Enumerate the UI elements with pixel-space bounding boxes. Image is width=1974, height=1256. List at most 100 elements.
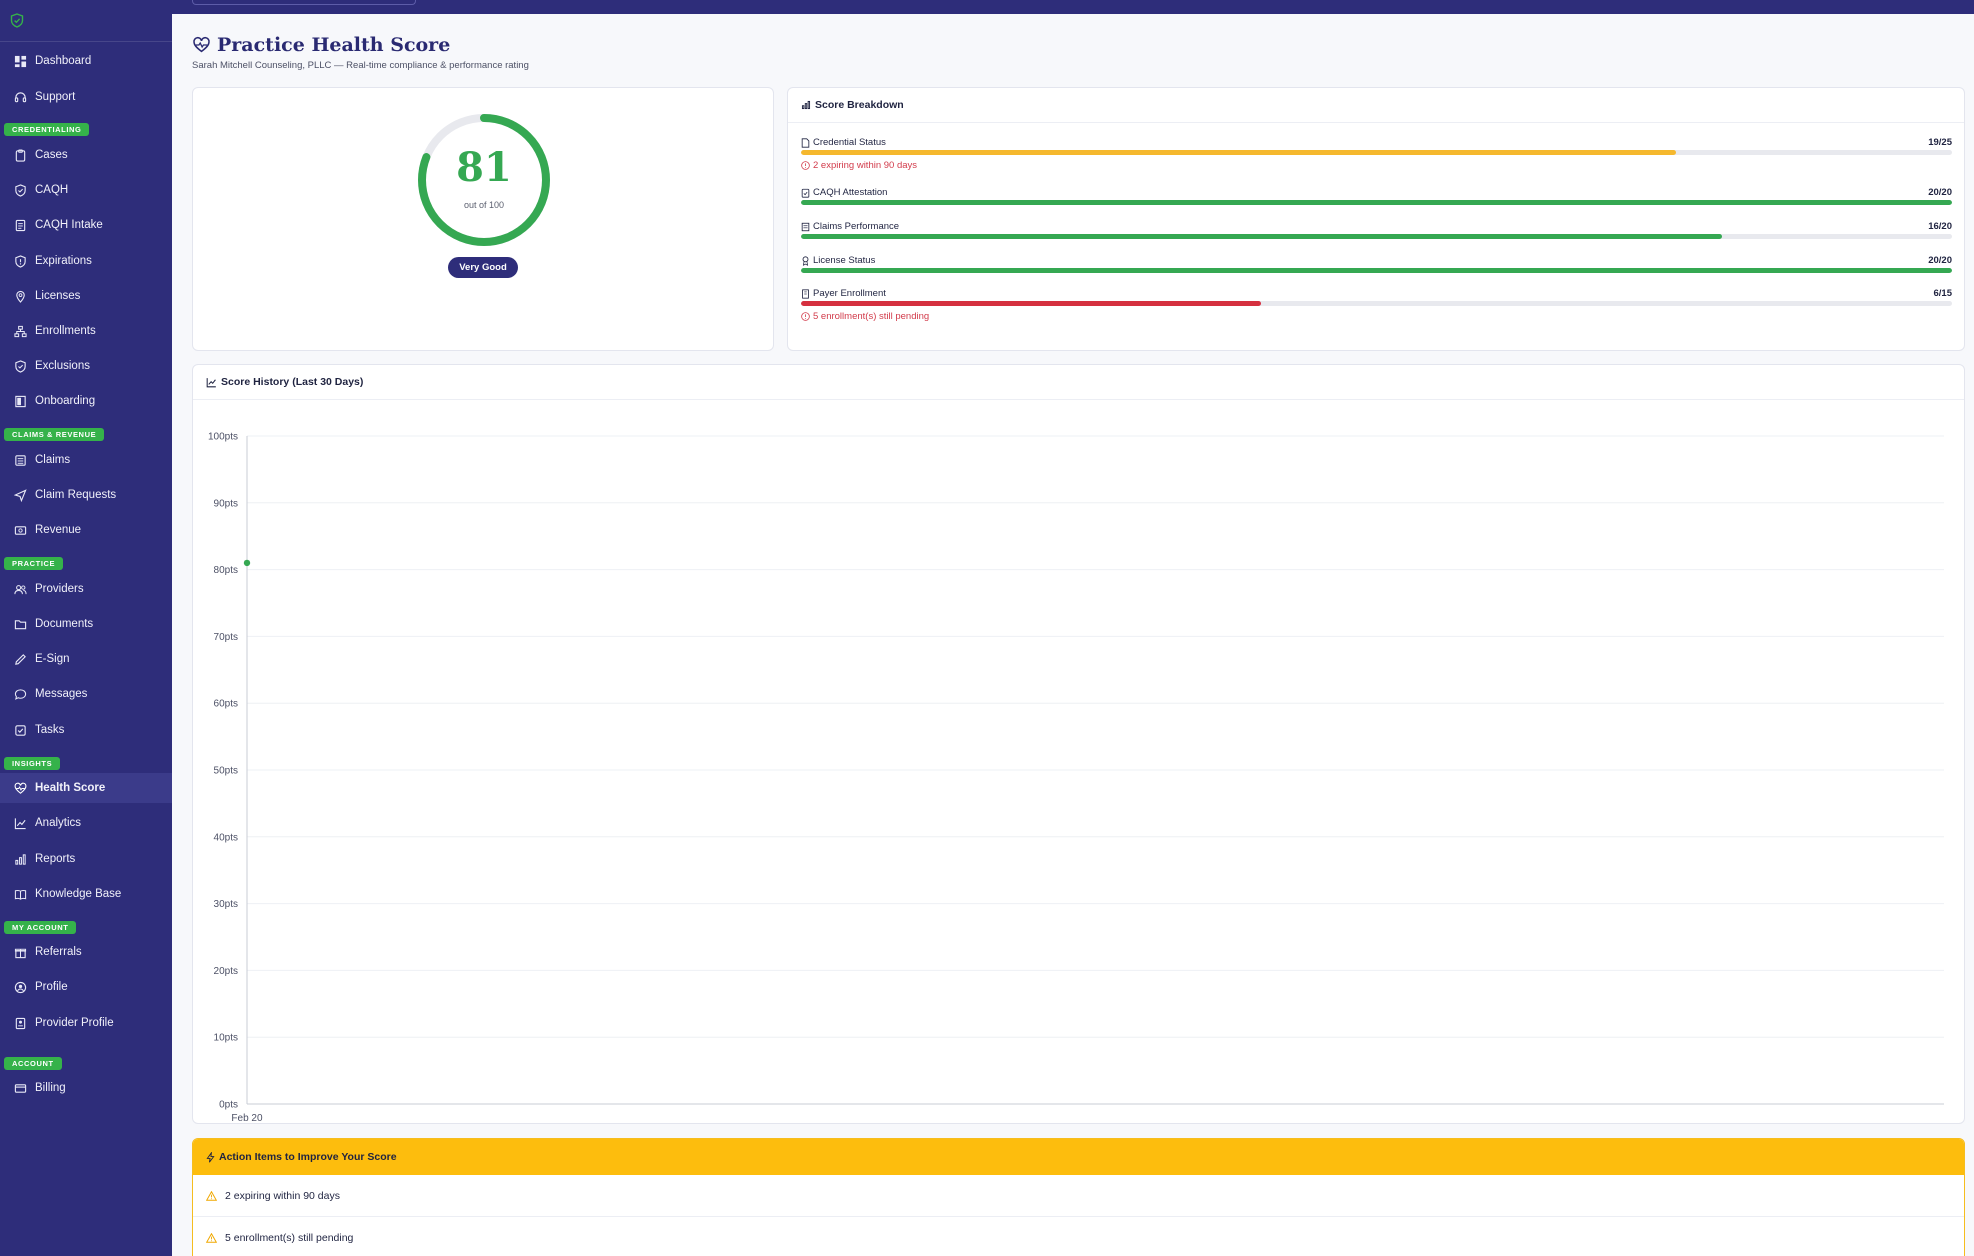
sidebar-item-billing[interactable]: Billing (0, 1073, 172, 1103)
action-items-header: Action Items to Improve Your Score (193, 1139, 1964, 1175)
sidebar-item-reports[interactable]: Reports (0, 844, 172, 874)
sidebar-item-support[interactable]: Support (0, 82, 172, 112)
y-tick-label: 60pts (214, 699, 238, 710)
main-content: Practice Health Score Sarah Mitchell Cou… (172, 14, 1974, 1256)
breakdown-track (801, 301, 1952, 306)
breakdown-fill (801, 301, 1262, 306)
top-bar-tab[interactable] (192, 0, 416, 5)
heart-pulse-icon (13, 781, 27, 795)
sidebar-item-knowledge-base[interactable]: Knowledge Base (0, 879, 172, 909)
sidebar-item-label: Providers (35, 583, 84, 595)
breakdown-warning: 2 expiring within 90 days (801, 160, 917, 171)
award-icon (802, 255, 809, 266)
y-tick-label: 20pts (214, 966, 238, 977)
breakdown-label-text: Credential Status (813, 137, 886, 148)
shield-check-icon[interactable] (10, 13, 24, 28)
clipboard-icon (13, 148, 27, 162)
breakdown-label: License Status (801, 255, 875, 266)
sidebar-item-licenses[interactable]: Licenses (0, 281, 172, 311)
sidebar-item-messages[interactable]: Messages (0, 679, 172, 709)
score-history-card: Score History (Last 30 Days) 0pts 10pts 20… (192, 364, 1965, 1124)
data-point (243, 559, 251, 567)
line-chart-icon (206, 377, 216, 387)
heart-pulse-icon (193, 36, 210, 53)
score-history-chart: 0pts 10pts 20pts 30pts 40pts 50pts 60pts 70pts 8… (208, 432, 1944, 1123)
section-my-account: MY ACCOUNT (4, 921, 77, 934)
sidebar-item-tasks[interactable]: Tasks (0, 715, 172, 745)
sidebar-item-label: CAQH Intake (35, 219, 103, 231)
score-value: 81 (456, 144, 512, 191)
sidebar-item-label: Reports (35, 853, 76, 865)
sidebar-item-label: Knowledge Base (35, 888, 122, 900)
y-tick-label: 0pts (219, 1100, 238, 1111)
dollar-icon (13, 523, 27, 537)
send-icon (13, 488, 27, 502)
sidebar-item-analytics[interactable]: Analytics (0, 808, 172, 838)
sidebar-item-dashboard[interactable]: Dashboard (0, 46, 172, 76)
org-chart-icon (13, 324, 27, 338)
score-card: 81 out of 100 Very Good (192, 87, 774, 351)
form-icon (13, 218, 27, 232)
score-rating-badge: Very Good (448, 257, 518, 278)
score-history-title: Score History (Last 30 Days) (221, 376, 364, 388)
breakdown-label-text: Claims Performance (813, 221, 900, 232)
sidebar-item-profile[interactable]: Profile (0, 972, 172, 1002)
sidebar-item-label: Profile (35, 981, 68, 993)
section-claims-revenue: CLAIMS & REVENUE (4, 428, 105, 441)
folder-icon (13, 617, 27, 631)
breakdown-label-text: CAQH Attestation (813, 187, 888, 198)
sidebar-item-label: Referrals (35, 946, 82, 958)
sidebar-item-referrals[interactable]: Referrals (0, 937, 172, 967)
sidebar-item-label: Licenses (35, 290, 81, 302)
breakdown-score: 19/25 (1928, 137, 1952, 148)
sidebar-item-caqh-intake[interactable]: CAQH Intake (0, 210, 172, 240)
x-tick-label: Feb 20 (231, 1113, 263, 1123)
sidebar-item-provider-profile[interactable]: Provider Profile (0, 1008, 172, 1038)
sidebar-item-documents[interactable]: Documents (0, 609, 172, 639)
action-item-text: 5 enrollment(s) still pending (225, 1231, 354, 1244)
score-breakdown-title: Score Breakdown (815, 99, 904, 111)
action-item[interactable]: 5 enrollment(s) still pending (193, 1217, 1964, 1256)
sidebar-item-providers[interactable]: Providers (0, 574, 172, 604)
action-item[interactable]: 2 expiring within 90 days (193, 1175, 1964, 1217)
document-icon (801, 137, 810, 148)
top-bar (172, 0, 1974, 14)
map-pin-icon (13, 289, 27, 303)
breakdown-score: 16/20 (1928, 221, 1952, 232)
y-tick-label: 50pts (214, 766, 238, 777)
sidebar-item-health-score[interactable]: Health Score (0, 773, 172, 803)
sidebar-item-enrollments[interactable]: Enrollments (0, 316, 172, 346)
score-out-of: out of 100 (463, 200, 505, 210)
breakdown-label-text: License Status (813, 255, 876, 266)
sidebar-item-label: Dashboard (35, 55, 92, 67)
book-icon (13, 887, 27, 901)
bar-chart-icon (801, 100, 811, 110)
sidebar-item-label: Messages (35, 688, 88, 700)
sidebar-item-label: E-Sign (35, 653, 70, 665)
sidebar-item-cases[interactable]: Cases (0, 140, 172, 170)
page-title-text: Practice Health Score (217, 34, 451, 56)
page-subtitle: Sarah Mitchell Counseling, PLLC — Real-t… (192, 60, 529, 71)
breakdown-label: CAQH Attestation (801, 187, 887, 198)
sidebar-item-caqh[interactable]: CAQH (0, 175, 172, 205)
sidebar-item-expirations[interactable]: Expirations (0, 246, 172, 276)
sidebar-item-claims[interactable]: Claims (0, 445, 172, 475)
y-tick-label: 80pts (214, 565, 238, 576)
warning-triangle-icon (206, 1190, 217, 1201)
breakdown-fill (801, 200, 1952, 205)
sidebar-item-claim-requests[interactable]: Claim Requests (0, 480, 172, 510)
sidebar-item-e-sign[interactable]: E-Sign (0, 644, 172, 674)
sidebar-item-label: Health Score (35, 782, 106, 794)
list-icon (801, 222, 810, 231)
breakdown-warning-text: 5 enrollment(s) still pending (813, 311, 930, 322)
sidebar-item-label: Tasks (35, 724, 65, 736)
building-icon (802, 288, 809, 299)
sidebar-item-onboarding[interactable]: Onboarding (0, 386, 172, 416)
sidebar-item-exclusions[interactable]: Exclusions (0, 351, 172, 381)
section-credentialing: CREDENTIALING (4, 123, 90, 136)
score-breakdown-card: Score Breakdown Credential Status 19/25 … (787, 87, 1965, 351)
sidebar-item-label: Revenue (35, 524, 82, 536)
breakdown-track (801, 150, 1952, 155)
sidebar-item-revenue[interactable]: Revenue (0, 515, 172, 545)
breakdown-label-text: Payer Enrollment (813, 288, 886, 299)
